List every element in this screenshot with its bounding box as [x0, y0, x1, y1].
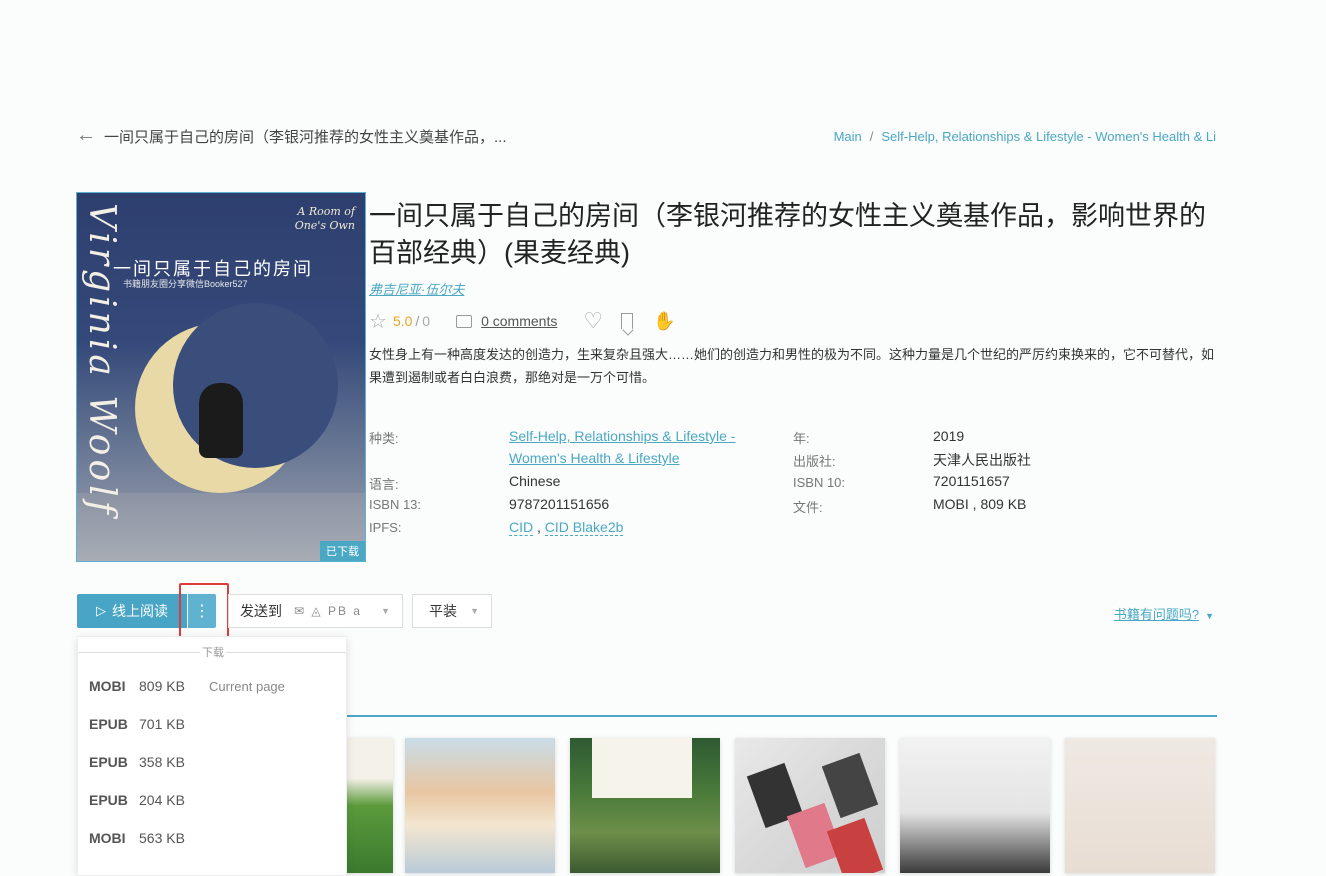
- bookmark-icon[interactable]: [621, 313, 634, 329]
- year-label: 年:: [793, 431, 810, 446]
- download-format: EPUB: [89, 792, 128, 808]
- download-size: 204 KB: [139, 792, 185, 808]
- report-problem-link[interactable]: 书籍有问题吗? ▼: [1114, 604, 1214, 623]
- book-title: 一间只属于自己的房间（李银河推荐的女性主义奠基作品，影响世界的百部经典）(果麦经…: [369, 201, 1206, 268]
- ipfs-label: IPFS:: [369, 520, 402, 535]
- cover-figure: [199, 383, 243, 458]
- language-value: Chinese: [509, 473, 561, 489]
- star-icon[interactable]: ☆: [369, 309, 387, 334]
- chevron-down-icon: ▼: [470, 606, 479, 616]
- author-link[interactable]: 弗吉尼亚·伍尔夫: [369, 279, 464, 298]
- isbn10-value: 7201151657: [933, 473, 1010, 489]
- breadcrumb: Main / Self-Help, Relationships & Lifestyl…: [834, 129, 1216, 144]
- download-option[interactable]: EPUB 358 KB: [89, 752, 209, 772]
- rating-separator: /: [415, 313, 420, 329]
- download-option[interactable]: MOBI 809 KB Current page: [89, 676, 285, 696]
- rating-count: 0: [422, 313, 431, 329]
- cover-moon-shadow: [173, 303, 338, 468]
- report-problem-label: 书籍有问题吗?: [1113, 607, 1200, 622]
- thumb-card: [826, 817, 884, 873]
- read-online-button[interactable]: ▷ 线上阅读: [77, 594, 187, 628]
- ipfs-blake2b-link[interactable]: CID Blake2b: [544, 519, 624, 536]
- download-size: 809 KB: [139, 678, 185, 694]
- download-option[interactable]: EPUB 701 KB: [89, 714, 209, 734]
- isbn13-value: 9787201151656: [509, 496, 610, 512]
- thumb-card: [821, 752, 879, 819]
- cover-author-text: Virginia Woolf: [81, 203, 122, 518]
- category-link-2[interactable]: Women's Health & Lifestyle: [509, 450, 680, 466]
- book-actions: ☆ 5.0 / 0 0 comments ♡ ✋: [369, 308, 676, 334]
- similar-books-divider: [347, 715, 1217, 717]
- isbn13-label: ISBN 13:: [369, 497, 422, 512]
- download-size: 701 KB: [139, 716, 185, 732]
- breadcrumb-category[interactable]: Self-Help, Relationships & Lifestyle - W…: [881, 129, 1216, 144]
- year-value: 2019: [933, 428, 965, 444]
- download-format: MOBI: [89, 678, 126, 694]
- read-online-label: 线上阅读: [112, 603, 168, 619]
- send-to-label: 发送到: [240, 603, 282, 619]
- download-size: 358 KB: [139, 754, 185, 770]
- downloaded-badge: 已下载: [320, 541, 365, 561]
- download-format: EPUB: [89, 754, 128, 770]
- file-label: 文件:: [793, 500, 823, 515]
- dropdown-header: 下载: [200, 644, 226, 660]
- page-title: 一间只属于自己的房间（李银河推荐的女性主义奠基作品，...: [104, 129, 507, 146]
- download-option[interactable]: MOBI 563 KB: [89, 828, 209, 848]
- binding-label: 平装: [429, 603, 457, 619]
- binding-select[interactable]: 平装 ▼: [412, 594, 492, 628]
- publisher-label: 出版社:: [793, 454, 836, 469]
- language-label: 语言:: [369, 477, 399, 492]
- chevron-down-icon: ▼: [1205, 611, 1214, 621]
- chevron-down-icon: ▼: [381, 606, 390, 616]
- book-cover[interactable]: Virginia Woolf A Room of One's Own 一间只属于…: [76, 192, 366, 562]
- similar-book-thumb[interactable]: [1065, 738, 1215, 873]
- download-option[interactable]: EPUB 204 KB: [89, 790, 209, 810]
- category-label: 种类:: [369, 431, 399, 446]
- download-format: MOBI: [89, 830, 126, 846]
- comment-icon[interactable]: [456, 314, 473, 328]
- category-link-1[interactable]: Self-Help, Relationships & Lifestyle -: [509, 428, 735, 444]
- similar-book-thumb[interactable]: [570, 738, 720, 873]
- thumb-label-area: [592, 738, 692, 798]
- similar-book-thumb[interactable]: [900, 738, 1050, 873]
- cover-english-title: A Room of One's Own: [294, 205, 355, 232]
- download-dropdown: 下载 MOBI 809 KB Current page EPUB 701 KB …: [77, 636, 347, 876]
- donate-hand-icon[interactable]: ✋: [653, 311, 675, 332]
- download-format: EPUB: [89, 716, 128, 732]
- similar-book-thumb[interactable]: [347, 738, 393, 873]
- isbn10-label: ISBN 10:: [793, 475, 846, 490]
- book-description: 女性身上有一种高度发达的创造力，生来复杂且强大……她们的创造力和男性的极为不同。…: [369, 347, 1215, 385]
- back-arrow-icon[interactable]: ←: [76, 125, 96, 145]
- download-note: Current page: [209, 678, 285, 694]
- ipfs-cid-link[interactable]: CID: [509, 519, 534, 536]
- file-value: MOBI , 809 KB: [933, 496, 1027, 512]
- play-icon: ▷: [96, 603, 106, 618]
- download-size: 563 KB: [139, 830, 185, 846]
- similar-book-thumb[interactable]: [405, 738, 555, 873]
- breadcrumb-main[interactable]: Main: [834, 129, 862, 144]
- cover-subtitle: 书籍朋友圈分享微信Booker527: [123, 279, 248, 289]
- send-target-icons: ✉ ◬ PB a: [294, 604, 362, 618]
- comments-link[interactable]: 0 comments: [481, 313, 557, 329]
- ipfs-links: CID , CID Blake2b: [509, 519, 624, 536]
- publisher-value: 天津人民出版社: [933, 452, 1031, 468]
- similar-book-thumb[interactable]: [735, 738, 885, 873]
- rating-value: 5.0: [392, 313, 413, 329]
- breadcrumb-separator: /: [869, 129, 874, 144]
- heart-icon[interactable]: ♡: [583, 308, 603, 334]
- ipfs-separator: ,: [533, 519, 545, 535]
- send-to-button[interactable]: 发送到 ✉ ◬ PB a ▼: [228, 594, 403, 628]
